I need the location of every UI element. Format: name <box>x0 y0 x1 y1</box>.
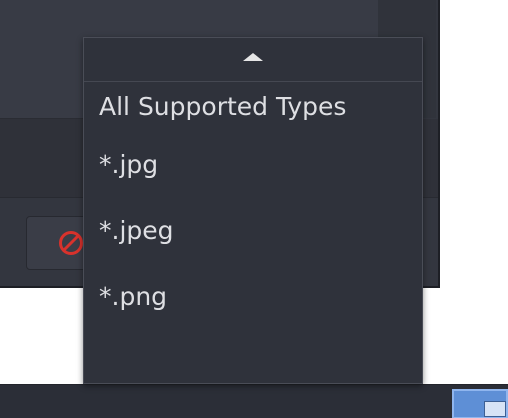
menu-item-jpeg[interactable]: *.jpeg <box>84 198 422 264</box>
menu-item-all-supported-types[interactable]: All Supported Types <box>84 82 422 132</box>
screen: All Supported Types *.jpg *.jpeg *.png <box>0 0 508 418</box>
cancel-icon <box>59 231 83 255</box>
menu-item-png[interactable]: *.png <box>84 264 422 330</box>
triangle-up-icon <box>243 53 263 61</box>
file-type-dropdown: All Supported Types *.jpg *.jpeg *.png <box>83 37 423 384</box>
menu-item-jpg[interactable]: *.jpg <box>84 132 422 198</box>
taskbar <box>0 384 508 418</box>
taskbar-window-button[interactable] <box>452 389 508 418</box>
dropdown-scroll-up[interactable] <box>84 38 422 82</box>
window-icon <box>484 401 506 417</box>
